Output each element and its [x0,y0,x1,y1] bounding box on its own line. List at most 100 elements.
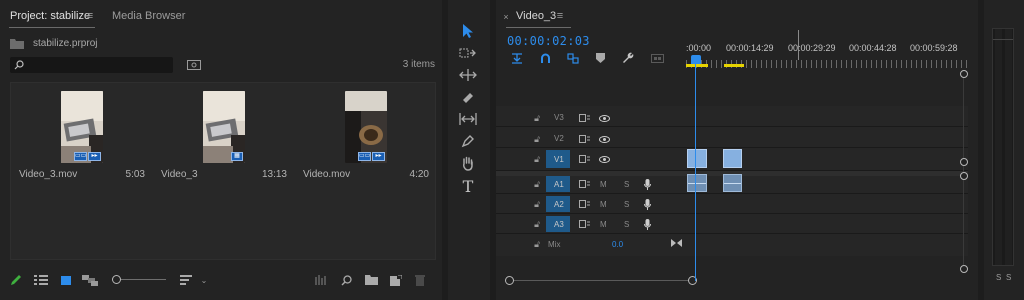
track-separator [496,147,968,148]
solo-left-button[interactable]: S [996,273,1001,282]
icon-view-icon[interactable] [60,274,72,286]
add-marker-icon[interactable] [594,52,606,64]
microphone-icon[interactable] [642,198,652,210]
sequence-tab[interactable]: Video_3 [516,10,556,22]
track-label: V2 [554,134,564,143]
freeform-view-icon[interactable] [82,274,98,286]
video-clip[interactable] [687,149,707,168]
clip-item-video-3-mov[interactable]: ▭▭ ▸▸ Video_3.mov 5:03 [11,83,153,261]
lock-icon[interactable]: 🔓︎ [532,179,542,189]
playhead-handle[interactable] [691,55,701,64]
mix-value[interactable]: 0.0 [612,240,623,249]
automate-to-sequence-icon[interactable] [314,274,328,286]
clip-name: Video.mov [303,169,351,180]
sync-lock-icon[interactable] [578,199,590,209]
zoom-slider[interactable] [108,274,166,286]
video-clip[interactable] [723,149,742,168]
microphone-icon[interactable] [642,218,652,230]
sync-lock-icon[interactable] [578,154,590,164]
ruler-label: 00:00:14:29 [726,43,774,53]
pen-tool-icon[interactable] [458,132,478,150]
close-icon[interactable]: × [502,12,510,22]
ripple-edit-tool-icon[interactable] [458,66,478,84]
scroll-handle[interactable] [960,158,968,166]
find-icon[interactable] [340,274,352,286]
audio-clip[interactable] [687,174,707,192]
playhead-line[interactable] [695,63,696,281]
lock-icon[interactable]: 🔓︎ [532,154,542,164]
type-tool-icon[interactable]: T [458,176,478,196]
sync-lock-icon[interactable] [578,179,590,189]
ruler-label: 00:00:29:29 [788,43,836,53]
scroll-handle-left[interactable] [505,276,514,285]
wrench-icon[interactable] [621,52,635,64]
folder-icon [10,38,24,49]
track-separator [496,193,968,194]
clip-thumbnail[interactable]: ▦ [203,91,245,163]
sort-icon[interactable] [180,274,194,286]
razor-tool-icon[interactable] [458,88,478,106]
meter-channel-right [1005,29,1012,265]
lock-icon[interactable]: 🔓︎ [532,113,542,123]
solo-button[interactable]: S [624,200,629,209]
track-separator [496,126,968,127]
audio-meter [992,28,1014,266]
mute-button[interactable]: M [600,200,607,209]
scroll-handle[interactable] [960,70,968,78]
lock-icon[interactable]: 🔓︎ [532,239,542,249]
lock-icon[interactable]: 🔓︎ [532,199,542,209]
clip-item-video-3-sequence[interactable]: ▦ Video_3 13:13 [153,83,295,261]
insert-sequence-icon[interactable] [510,52,524,64]
new-bin-icon[interactable] [364,274,378,286]
sync-lock-icon[interactable] [578,219,590,229]
chevron-down-icon[interactable]: ⌄ [198,274,210,286]
playhead-timecode[interactable]: 00:00:02:03 [507,34,590,48]
trash-icon[interactable] [414,274,426,286]
pencil-icon[interactable] [10,274,22,286]
track-header-a3: 🔓︎ A3 M S [532,216,662,232]
project-panel: Project: stabilize ≡ Media Browser stabi… [0,0,442,300]
solo-right-button[interactable]: S [1006,273,1011,282]
ruler-label: 00:00:44:28 [849,43,897,53]
vertical-scrollbar-track[interactable] [963,72,964,270]
clip-item-video-mov[interactable]: ▭▭ ▸▸ Video.mov 4:20 [295,83,437,261]
time-ruler[interactable]: :00:00 00:00:14:29 00:00:29:29 00:00:44:… [686,30,968,68]
solo-button[interactable]: S [624,180,629,189]
sync-lock-icon[interactable] [578,113,590,123]
solo-button[interactable]: S [624,220,629,229]
hand-tool-icon[interactable] [458,154,478,172]
clip-thumbnail[interactable]: ▭▭ ▸▸ [345,91,387,163]
eye-icon[interactable] [598,134,610,144]
zoom-slider-handle[interactable] [112,275,121,284]
snap-icon[interactable] [538,52,552,64]
tab-media-browser[interactable]: Media Browser [112,10,185,22]
mute-button[interactable]: M [600,180,607,189]
microphone-icon[interactable] [642,178,652,190]
eye-icon[interactable] [598,154,610,164]
sync-lock-icon[interactable] [578,134,590,144]
new-bin-from-search-icon[interactable] [187,58,201,70]
eye-icon[interactable] [598,113,610,123]
selection-tool-icon[interactable] [458,22,478,40]
new-item-icon[interactable] [389,274,403,286]
list-view-icon[interactable] [34,274,48,286]
mute-button[interactable]: M [600,220,607,229]
scroll-handle[interactable] [960,265,968,273]
hamburger-icon[interactable]: ≡ [554,10,566,22]
track-separator [496,213,968,214]
slip-tool-icon[interactable] [458,110,478,128]
linked-selection-icon[interactable] [566,52,580,64]
captions-icon[interactable] [650,53,664,63]
audio-clip[interactable] [723,174,742,192]
horizontal-scrollbar-track[interactable] [510,280,696,281]
scroll-handle[interactable] [960,172,968,180]
tab-project[interactable]: Project: stabilize [10,10,90,22]
hamburger-icon[interactable]: ≡ [84,10,96,22]
clip-thumbnail[interactable]: ▭▭ ▸▸ [61,91,103,163]
search-input[interactable] [10,57,173,73]
track-select-tool-icon[interactable] [458,44,478,62]
go-to-in-out-icon[interactable] [670,238,682,248]
lock-icon[interactable]: 🔓︎ [532,219,542,229]
lock-icon[interactable]: 🔓︎ [532,134,542,144]
clip-bin: ▭▭ ▸▸ Video_3.mov 5:03 ▦ Video_3 13:13 ▭… [10,82,436,260]
